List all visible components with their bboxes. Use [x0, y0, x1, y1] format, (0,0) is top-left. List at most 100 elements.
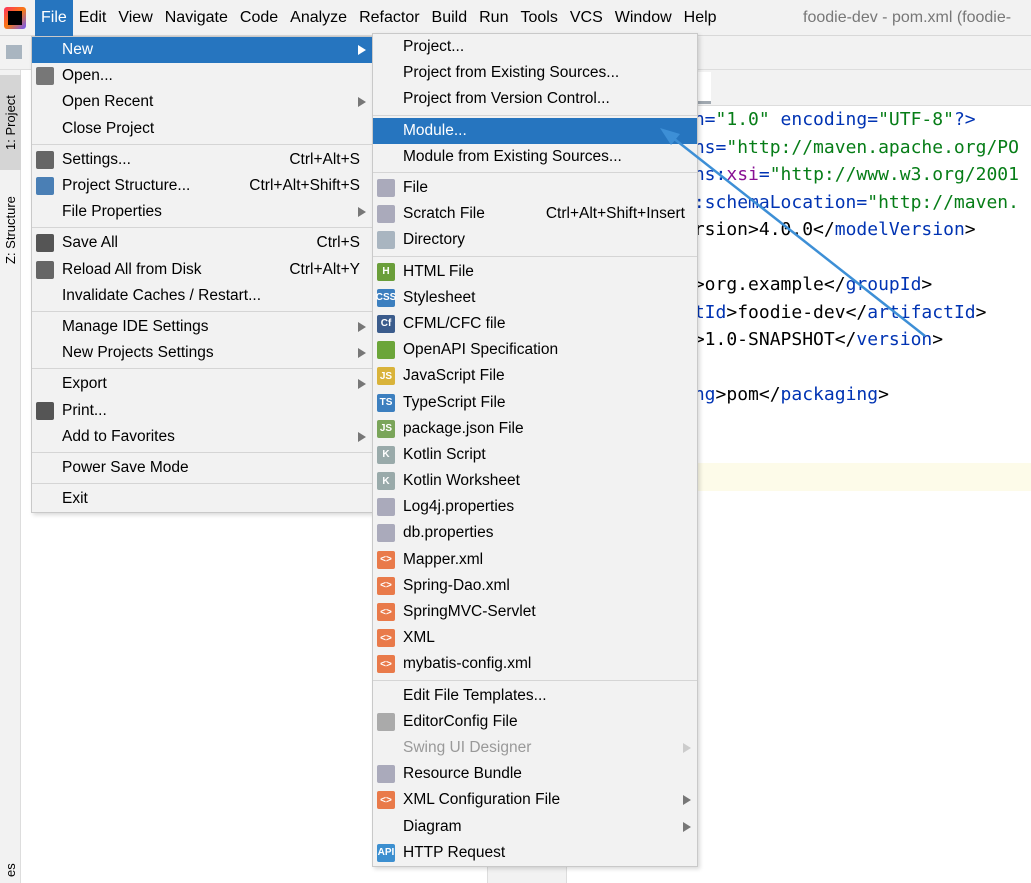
menu-item-label: Scratch File — [403, 205, 485, 223]
menu-item-scratch-file[interactable]: Scratch File Ctrl+Alt+Shift+Insert — [373, 201, 697, 227]
menu-item-manage-ide-settings[interactable]: Manage IDE Settings — [32, 314, 372, 340]
menu-item-label: Kotlin Worksheet — [403, 472, 520, 490]
menu-item-label: Exit — [62, 490, 88, 508]
menu-refactor[interactable]: Refactor — [353, 0, 425, 36]
menu-item-xml[interactable]: <> XML — [373, 625, 697, 651]
left-tool-strip: 1: Project Z: Structure es — [0, 70, 21, 883]
menu-item-open-recent[interactable]: Open Recent — [32, 89, 372, 115]
menu-item-spring-dao-xml[interactable]: <> Spring-Dao.xml — [373, 573, 697, 599]
menu-run[interactable]: Run — [473, 0, 514, 36]
code-line: ing>pom</packaging> — [697, 381, 889, 408]
menu-separator — [373, 679, 697, 681]
menu-code[interactable]: Code — [234, 0, 284, 36]
menu-view[interactable]: View — [112, 0, 158, 36]
menu-separator — [32, 310, 372, 312]
menu-item-mybatis-config-xml[interactable]: <> mybatis-config.xml — [373, 651, 697, 677]
menu-item-export[interactable]: Export — [32, 371, 372, 397]
menu-item-file[interactable]: File — [373, 175, 697, 201]
menu-item-save-all[interactable]: Save All Ctrl+S — [32, 230, 372, 256]
project-folder-icon[interactable] — [6, 45, 22, 59]
menu-item-close-project[interactable]: Close Project — [32, 116, 372, 142]
menu-item-project-from-version-control[interactable]: Project from Version Control... — [373, 86, 697, 112]
menu-item-project-from-existing-sources[interactable]: Project from Existing Sources... — [373, 60, 697, 86]
menu-item-typescript-file[interactable]: TS TypeScript File — [373, 389, 697, 415]
menu-item-project[interactable]: Project... — [373, 34, 697, 60]
menu-item-db-properties[interactable]: db.properties — [373, 520, 697, 546]
menu-item-print[interactable]: Print... — [32, 397, 372, 423]
tab-structure[interactable]: Z: Structure — [0, 185, 21, 275]
api-file-icon: API — [377, 843, 395, 862]
tab-bottom[interactable]: es — [0, 860, 21, 880]
xml-file-icon: <> — [377, 791, 395, 810]
editor-tab[interactable] — [697, 72, 711, 104]
menu-file[interactable]: File — [35, 0, 73, 36]
menu-item-stylesheet[interactable]: CSS Stylesheet — [373, 285, 697, 311]
menu-item-new[interactable]: New — [32, 37, 372, 64]
code-token: "http://maven. — [867, 191, 1019, 213]
code-token: lns= — [697, 136, 727, 158]
menu-item-reload-all-from-disk[interactable]: Reload All from Disk Ctrl+Alt+Y — [32, 257, 372, 283]
code-editor[interactable]: on="1.0" encoding="UTF-8"?>lns="http://m… — [697, 106, 1031, 883]
menu-item-label: Project from Version Control... — [403, 90, 610, 108]
menu-item-http-request[interactable]: API HTTP Request — [373, 840, 697, 866]
code-line: d>org.example</groupId> — [697, 271, 932, 298]
window-title: foodie-dev - pom.xml (foodie- — [803, 9, 1012, 26]
menu-build[interactable]: Build — [426, 0, 474, 36]
menu-analyze[interactable]: Analyze — [284, 0, 353, 36]
submenu-arrow-icon — [683, 742, 691, 753]
menu-item-label: Power Save Mode — [62, 458, 189, 476]
menu-item-xml-configuration-file[interactable]: <> XML Configuration File — [373, 787, 697, 813]
menu-edit[interactable]: Edit — [73, 0, 113, 36]
menu-item-settings[interactable]: Settings... Ctrl+Alt+S — [32, 147, 372, 173]
menu-item-label: TypeScript File — [403, 393, 506, 411]
menu-item-cfml-cfc-file[interactable]: Cf CFML/CFC file — [373, 311, 697, 337]
menu-vcs[interactable]: VCS — [564, 0, 609, 36]
menu-item-exit[interactable]: Exit — [32, 486, 372, 512]
menu-item-label: XML Configuration File — [403, 791, 561, 809]
file-menu: New Open... Open Recent Close Project Settin… — [31, 36, 373, 514]
menu-item-package-json-file[interactable]: JS package.json File — [373, 416, 697, 442]
menu-item-diagram[interactable]: Diagram — [373, 813, 697, 839]
menu-window[interactable]: Window — [609, 0, 678, 36]
code-token: > — [932, 329, 944, 350]
code-line: n>1.0-SNAPSHOT</version> — [697, 326, 943, 353]
menu-item-label: Module from Existing Sources... — [403, 147, 622, 165]
menu-item-javascript-file[interactable]: JS JavaScript File — [373, 363, 697, 389]
menu-item-html-file[interactable]: H HTML File — [373, 259, 697, 285]
menu-item-swing-ui-designer[interactable]: Swing UI Designer — [373, 735, 697, 761]
menu-help[interactable]: Help — [678, 0, 723, 36]
menu-item-invalidate-caches-restart[interactable]: Invalidate Caches / Restart... — [32, 283, 372, 309]
menu-tools[interactable]: Tools — [514, 0, 563, 36]
code-token: "1.0" — [715, 109, 770, 130]
menu-item-resource-bundle[interactable]: Resource Bundle — [373, 761, 697, 787]
cfml-file-icon: Cf — [377, 314, 395, 333]
code-token: ing — [697, 384, 716, 405]
menu-item-kotlin-script[interactable]: K Kotlin Script — [373, 442, 697, 468]
menu-item-kotlin-worksheet[interactable]: K Kotlin Worksheet — [373, 468, 697, 494]
menu-item-open[interactable]: Open... — [32, 63, 372, 89]
code-line: lns:xsi="http://www.w3.org/2001 — [697, 161, 1019, 188]
menu-item-label: EditorConfig File — [403, 712, 518, 730]
menu-item-power-save-mode[interactable]: Power Save Mode — [32, 455, 372, 481]
code-token: packaging — [780, 384, 879, 405]
menu-item-file-properties[interactable]: File Properties — [32, 199, 372, 225]
menu-item-log4j-properties[interactable]: Log4j.properties — [373, 494, 697, 520]
menu-item-edit-file-templates[interactable]: Edit File Templates... — [373, 683, 697, 709]
menu-item-label: CFML/CFC file — [403, 314, 506, 332]
menu-navigate[interactable]: Navigate — [159, 0, 234, 36]
menu-item-label: New Projects Settings — [62, 344, 214, 362]
menu-item-directory[interactable]: Directory — [373, 227, 697, 253]
menu-item-project-structure[interactable]: Project Structure... Ctrl+Alt+Shift+S — [32, 173, 372, 199]
menu-item-openapi-specification[interactable]: OpenAPI Specification — [373, 337, 697, 363]
code-token: lns: — [697, 164, 727, 185]
menu-item-editorconfig-file[interactable]: EditorConfig File — [373, 709, 697, 735]
menu-item-mapper-xml[interactable]: <> Mapper.xml — [373, 547, 697, 573]
folder-icon — [377, 231, 395, 250]
menu-item-springmvc-servlet[interactable]: <> SpringMVC-Servlet — [373, 599, 697, 625]
menu-item-module-from-existing-sources[interactable]: Module from Existing Sources... — [373, 144, 697, 170]
menu-item-add-to-favorites[interactable]: Add to Favorites — [32, 424, 372, 450]
shortcut-label: Ctrl+Alt+Shift+S — [249, 177, 360, 195]
menu-item-new-projects-settings[interactable]: New Projects Settings — [32, 340, 372, 366]
menu-item-module[interactable]: Module... — [373, 117, 697, 144]
tab-project[interactable]: 1: Project — [0, 75, 21, 170]
